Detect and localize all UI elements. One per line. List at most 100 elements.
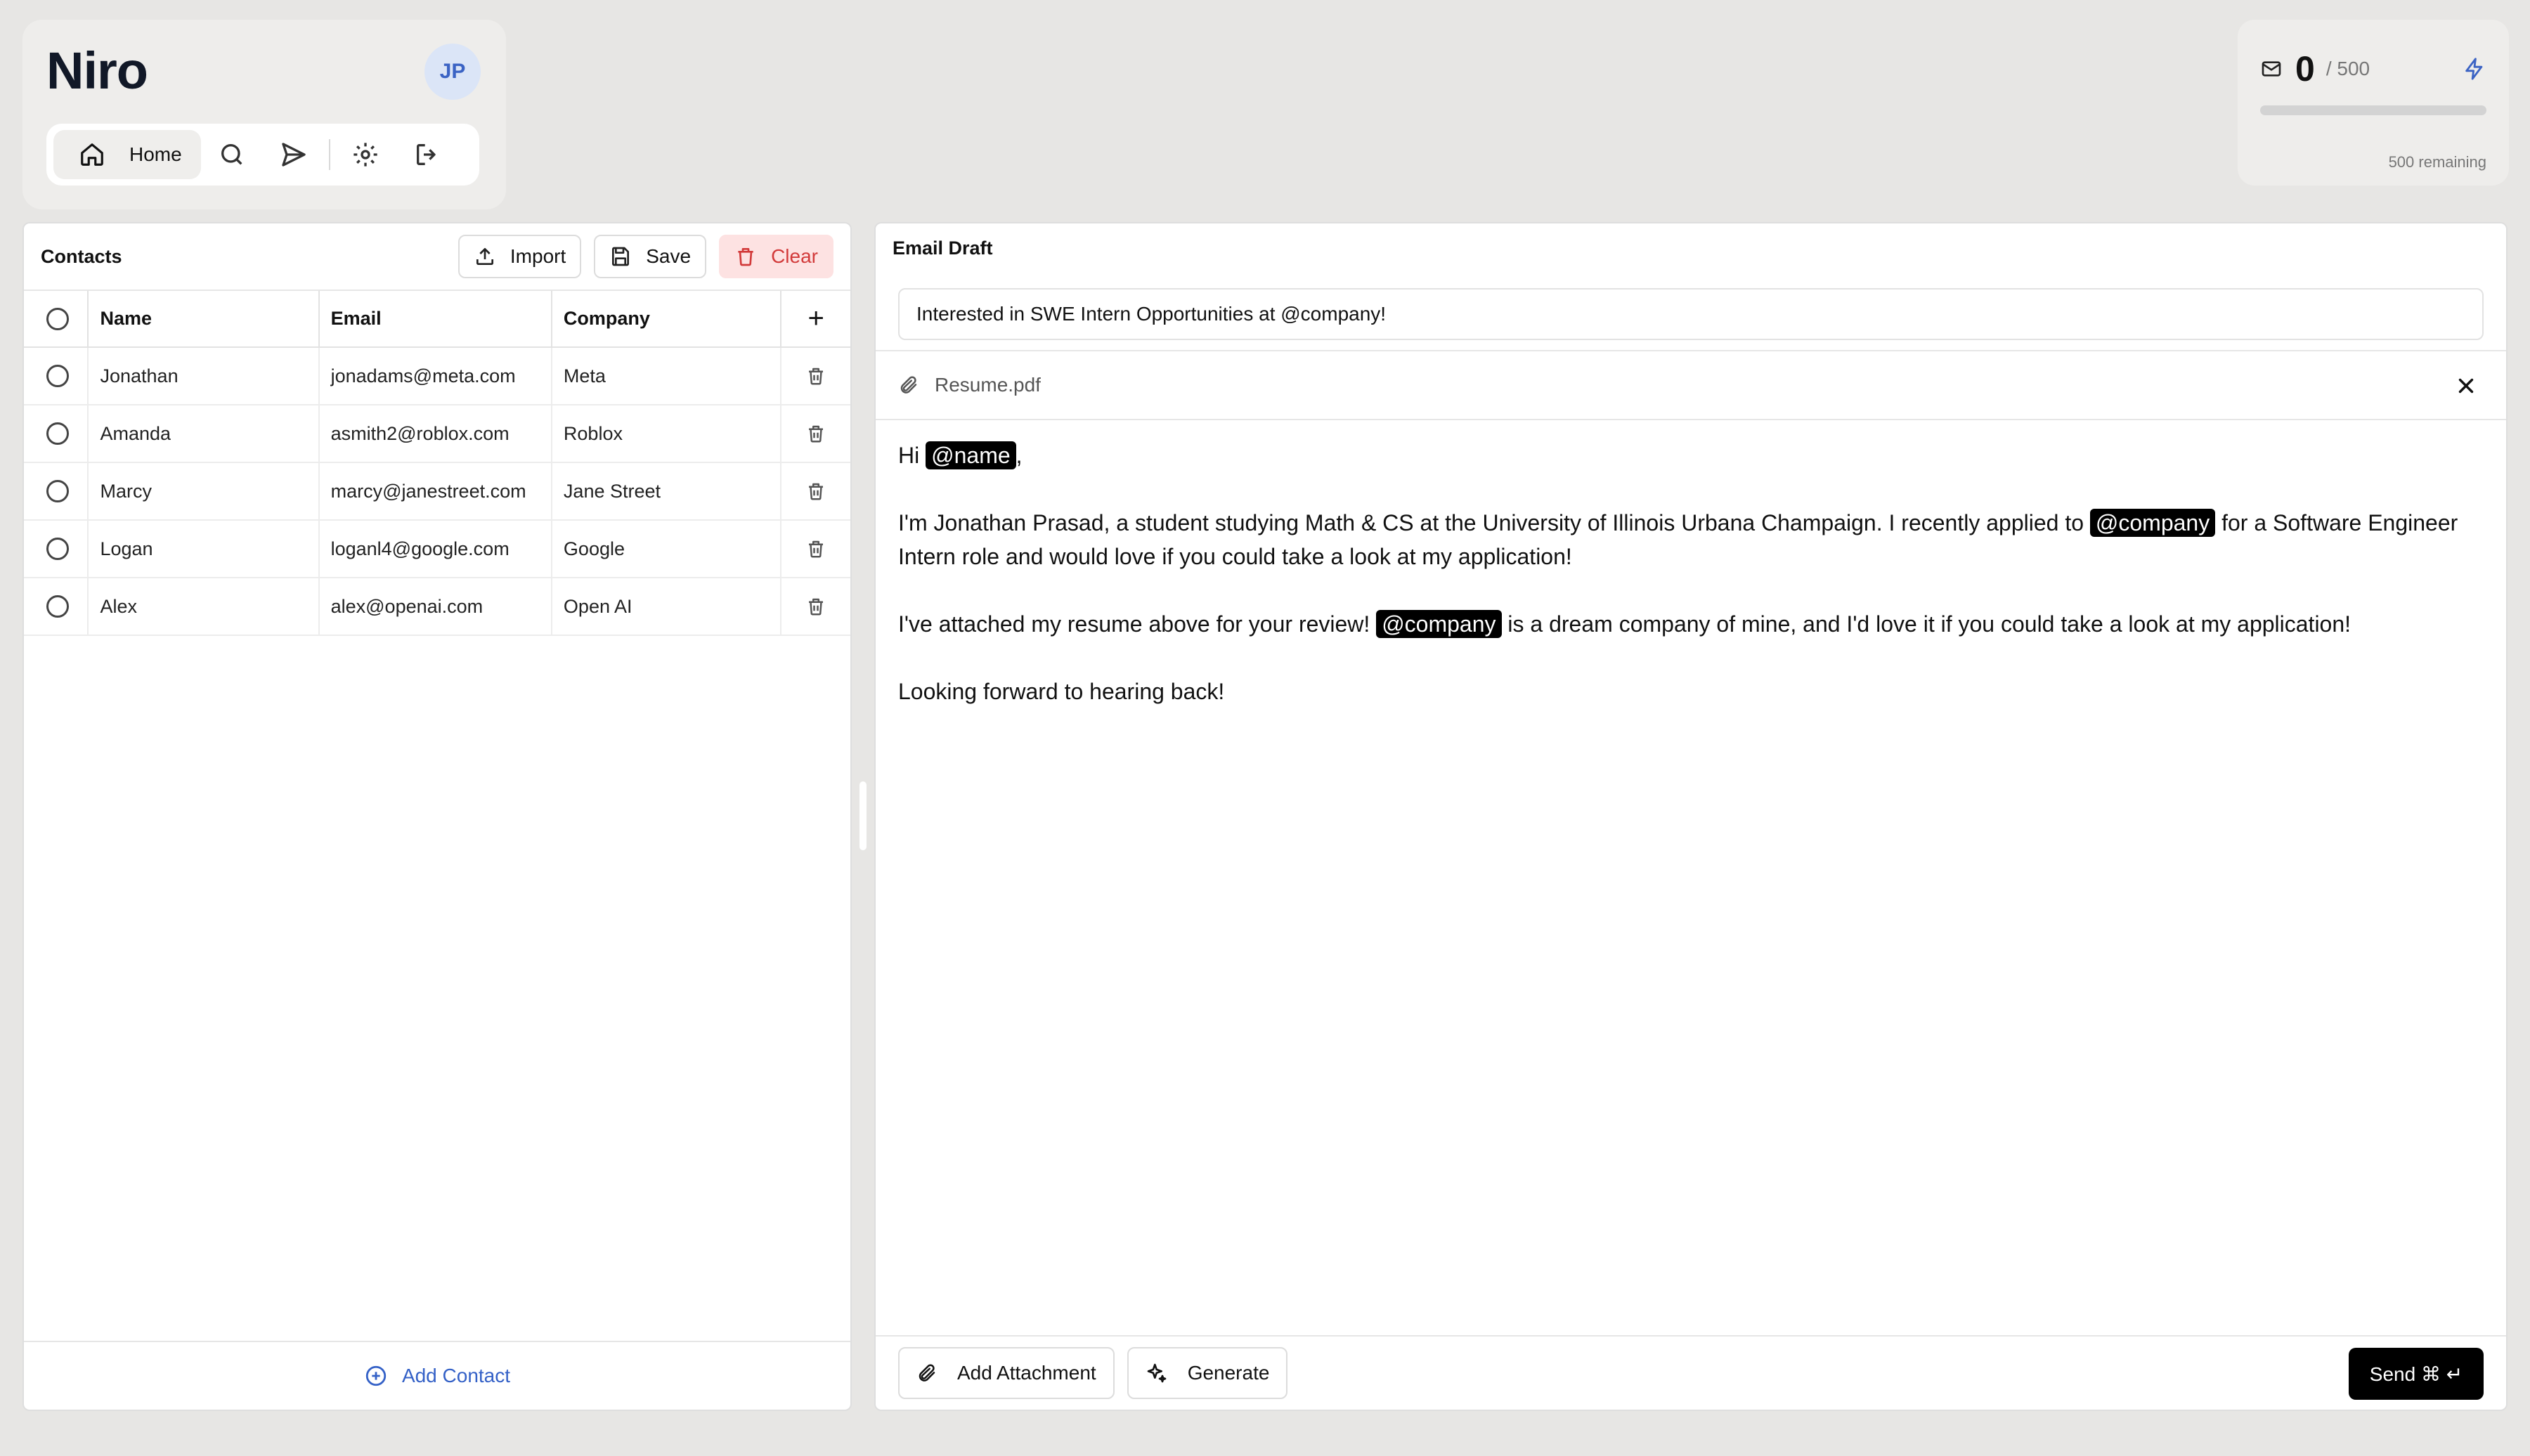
gear-icon [351, 141, 379, 169]
quota-remaining: 500 remaining [2388, 153, 2486, 171]
row-select-cell [24, 347, 89, 405]
mail-icon [2260, 58, 2283, 80]
contact-company[interactable]: Open AI [551, 578, 782, 636]
generate-button[interactable]: Generate [1127, 1347, 1288, 1399]
row-checkbox[interactable] [46, 538, 69, 560]
brand-card: Niro JP Home [22, 20, 506, 209]
table-row: Amanda asmith2@roblox.com Roblox [24, 405, 850, 463]
contact-company[interactable]: Roblox [551, 405, 782, 463]
bolt-icon[interactable] [2463, 57, 2486, 81]
add-contact-button[interactable]: Add Contact [24, 1341, 850, 1410]
table-row: Jonathan jonadams@meta.com Meta [24, 347, 850, 405]
contact-email[interactable]: alex@openai.com [318, 578, 552, 636]
import-label: Import [510, 245, 566, 267]
upload-icon [474, 245, 496, 268]
nav-home-label: Home [129, 143, 182, 165]
row-checkbox[interactable] [46, 595, 69, 618]
row-select-cell [24, 405, 89, 463]
greeting-suffix: , [1016, 443, 1023, 468]
quota-row: 0 / 500 [2260, 48, 2486, 90]
column-header-name[interactable]: Name [88, 291, 320, 348]
email-body-editor[interactable]: Hi @name, I'm Jonathan Prasad, a student… [898, 438, 2478, 742]
contact-name[interactable]: Jonathan [88, 347, 320, 405]
table-row: Logan loganl4@google.com Google [24, 520, 850, 578]
row-select-cell [24, 462, 89, 521]
row-checkbox[interactable] [46, 422, 69, 445]
contacts-title: Contacts [41, 245, 122, 267]
contact-email[interactable]: jonadams@meta.com [318, 347, 552, 405]
avatar[interactable]: JP [424, 44, 481, 100]
delete-row-button[interactable] [781, 463, 850, 519]
plus-circle-icon [364, 1364, 388, 1388]
add-contact-label: Add Contact [401, 1365, 511, 1386]
contact-company[interactable]: Google [551, 520, 782, 578]
p2-text-a: I've attached my resume above for your r… [898, 611, 1377, 637]
contact-company[interactable]: Meta [551, 347, 782, 405]
contact-name[interactable]: Logan [88, 520, 320, 578]
delete-row-button[interactable] [781, 578, 850, 635]
draft-footer: Add Attachment Generate Send ⌘ ↵ [876, 1335, 2506, 1410]
attachment-row: Resume.pdf [876, 350, 2506, 420]
nav-send-button[interactable] [263, 130, 325, 179]
contact-name[interactable]: Marcy [88, 462, 320, 521]
column-header-company[interactable]: Company [551, 291, 782, 348]
attachment-name[interactable]: Resume.pdf [935, 374, 1041, 396]
table-row: Alex alex@openai.com Open AI [24, 578, 850, 636]
body-paragraph-3: Looking forward to hearing back! [898, 679, 1225, 704]
panel-resize-handle[interactable] [859, 781, 867, 850]
body-greeting: Hi @name, [898, 438, 2478, 472]
email-draft-panel: Email Draft Interested in SWE Intern Opp… [874, 222, 2508, 1411]
column-header-email[interactable]: Email [318, 291, 552, 348]
contact-email[interactable]: asmith2@roblox.com [318, 405, 552, 463]
delete-row-button[interactable] [781, 521, 850, 577]
sparkle-icon [1146, 1362, 1168, 1384]
table-header-row: Name Email Company + [24, 291, 850, 348]
row-actions [781, 347, 850, 405]
contacts-table: Name Email Company + Jonathan jonadams@m… [24, 291, 850, 636]
quota-card: 0 / 500 500 remaining [2238, 20, 2509, 186]
company-variable-tag[interactable]: @company [1376, 610, 1502, 638]
contact-name[interactable]: Alex [88, 578, 320, 636]
nav-home-button[interactable]: Home [53, 130, 201, 179]
nav-logout-button[interactable] [396, 130, 458, 179]
subject-input[interactable]: Interested in SWE Intern Opportunities a… [898, 288, 2484, 340]
name-variable-tag[interactable]: @name [926, 441, 1016, 469]
contacts-panel: Contacts Import Save Clear Name Email Co… [22, 222, 852, 1411]
send-button[interactable]: Send ⌘ ↵ [2349, 1348, 2484, 1400]
row-checkbox[interactable] [46, 365, 69, 387]
paperclip-icon [898, 375, 919, 396]
contacts-header: Contacts Import Save Clear [24, 223, 850, 291]
trash-icon [805, 423, 826, 444]
save-button[interactable]: Save [594, 235, 707, 278]
delete-row-button[interactable] [781, 405, 850, 462]
nav-settings-button[interactable] [335, 130, 396, 179]
nav-search-button[interactable] [201, 130, 263, 179]
company-variable-tag[interactable]: @company [2089, 509, 2216, 537]
select-all-checkbox[interactable] [46, 307, 69, 330]
save-icon [609, 245, 632, 268]
contact-company[interactable]: Jane Street [551, 462, 782, 521]
add-column-button[interactable]: + [781, 303, 850, 334]
contact-email[interactable]: marcy@janestreet.com [318, 462, 552, 521]
row-select-cell [24, 578, 89, 636]
paperclip-icon [916, 1363, 938, 1384]
p2-text-b: is a dream company of mine, and I'd love… [1501, 611, 2351, 637]
generate-label: Generate [1187, 1362, 1270, 1384]
row-checkbox[interactable] [46, 480, 69, 502]
add-column-cell: + [781, 291, 850, 348]
clear-button[interactable]: Clear [719, 235, 833, 278]
logout-icon [413, 141, 441, 169]
import-button[interactable]: Import [458, 235, 582, 278]
contact-name[interactable]: Amanda [88, 405, 320, 463]
add-attachment-label: Add Attachment [957, 1362, 1096, 1384]
clear-label: Clear [771, 245, 818, 267]
row-actions [781, 520, 850, 578]
row-actions [781, 405, 850, 463]
add-attachment-button[interactable]: Add Attachment [898, 1347, 1115, 1399]
row-actions [781, 578, 850, 636]
contact-email[interactable]: loganl4@google.com [318, 520, 552, 578]
delete-row-button[interactable] [781, 348, 850, 404]
row-select-cell [24, 520, 89, 578]
remove-attachment-button[interactable] [2454, 374, 2478, 398]
nav-divider [329, 139, 330, 170]
